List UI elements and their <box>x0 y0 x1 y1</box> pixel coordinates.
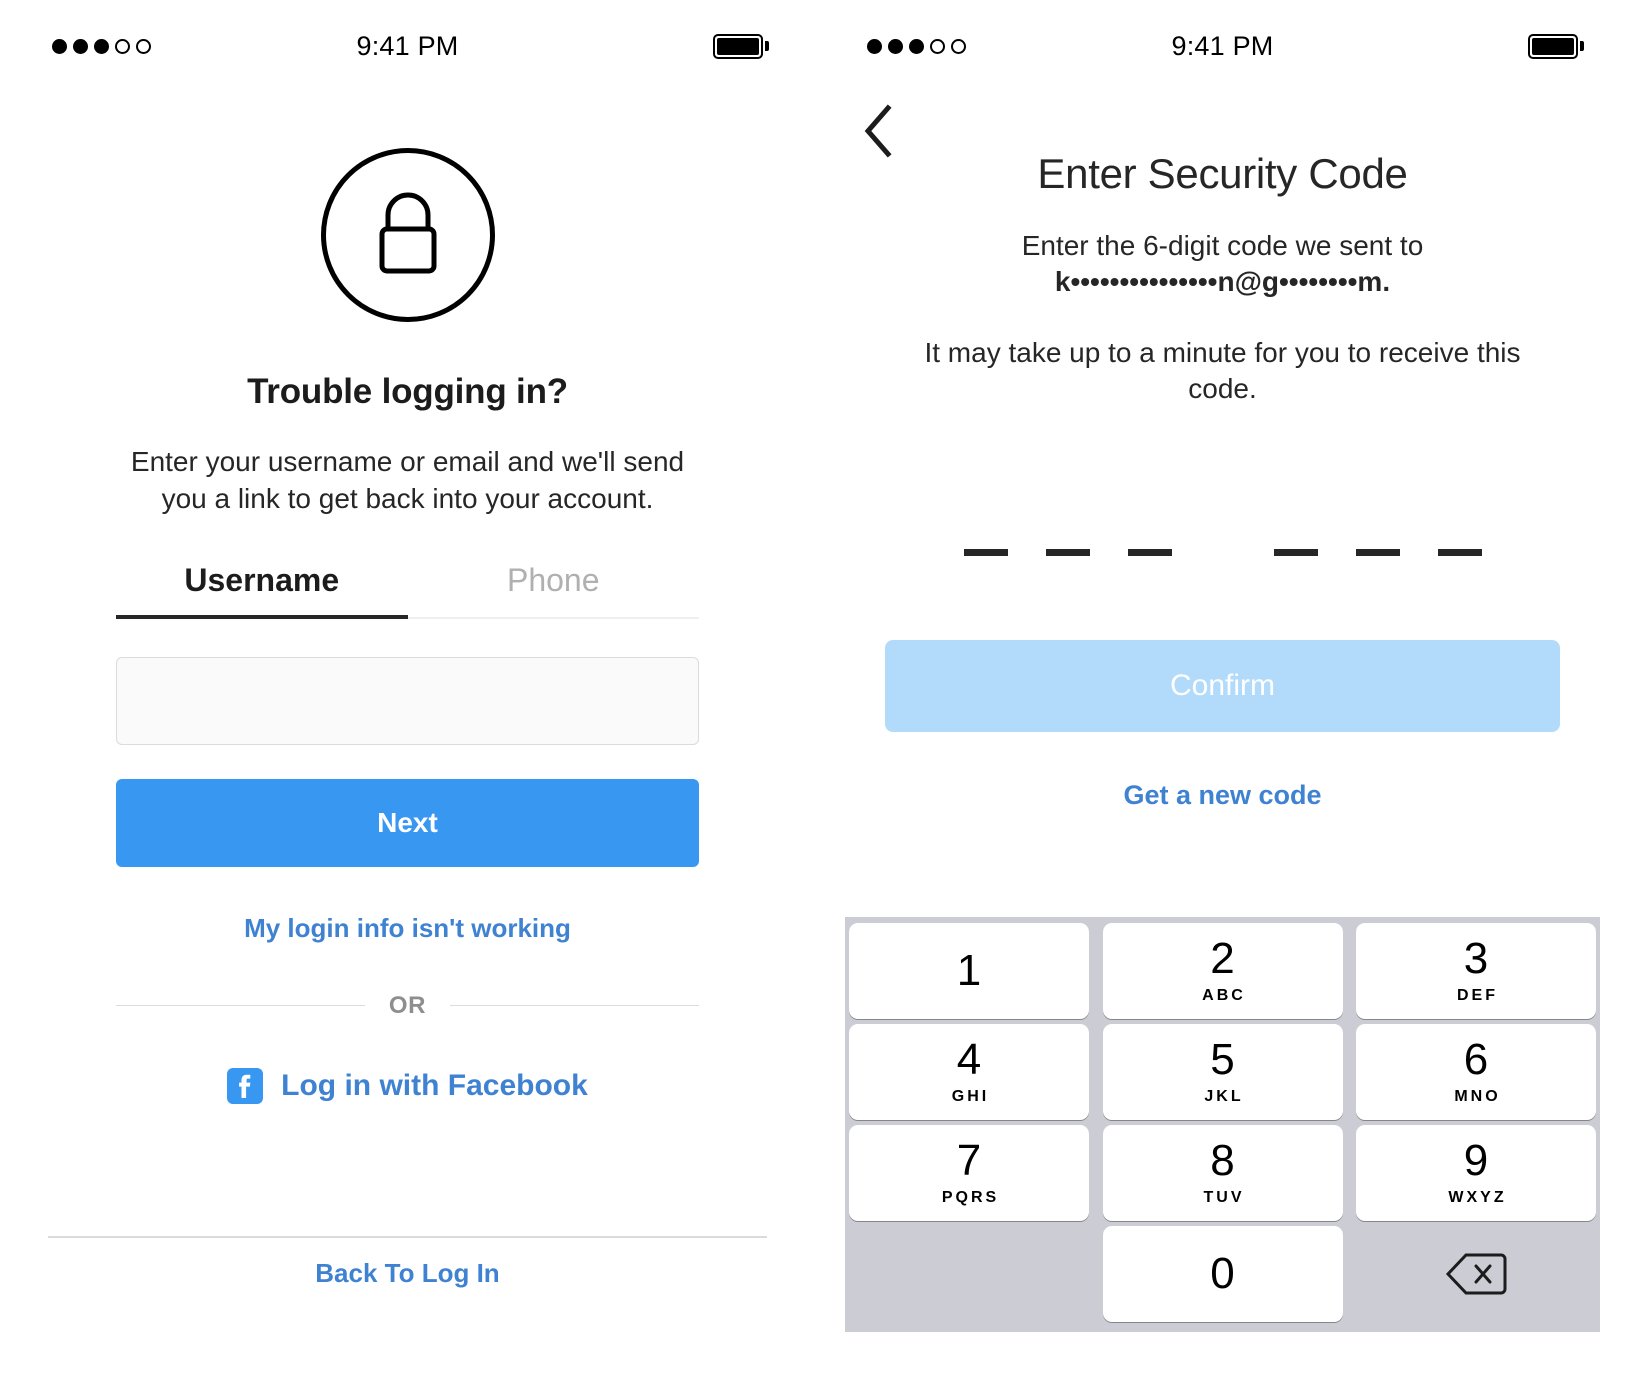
lock-icon <box>320 148 495 322</box>
key-letters: TUV <box>1203 1189 1245 1206</box>
keypad-key-5[interactable]: 5 JKL <box>1102 1024 1343 1120</box>
keypad-row-4: 0 <box>849 1226 1596 1322</box>
key-letters: ABC <box>1202 987 1246 1004</box>
lock-icon-wrapper <box>320 148 495 322</box>
keypad-key-1[interactable]: 1 <box>849 923 1089 1019</box>
or-divider-line-right <box>450 1005 700 1007</box>
page-title: Trouble logging in? <box>247 372 568 411</box>
code-digit-6[interactable] <box>1437 498 1483 556</box>
key-letters: PQRS <box>941 1189 1000 1206</box>
key-letters: JKL <box>1204 1088 1244 1105</box>
keypad-key-0[interactable]: 0 <box>1102 1226 1343 1322</box>
security-code-title: Enter Security Code <box>1037 150 1408 197</box>
or-divider: OR <box>116 991 700 1020</box>
security-code-input[interactable] <box>963 498 1483 556</box>
keypad-key-7[interactable]: 7 PQRS <box>849 1125 1089 1221</box>
keypad-blank-key <box>849 1226 1089 1322</box>
keypad-key-9[interactable]: 9 WXYZ <box>1356 1125 1596 1221</box>
username-or-email-input[interactable] <box>116 656 699 745</box>
key-letters: WXYZ <box>1448 1189 1507 1206</box>
bottom-divider <box>48 1236 767 1238</box>
backspace-icon <box>1445 1253 1507 1295</box>
recovery-method-tabs: Username Phone <box>116 562 699 619</box>
status-bar-time: 9:41 PM <box>356 30 459 61</box>
get-new-code-link[interactable]: Get a new code <box>1123 780 1321 811</box>
login-info-not-working-link[interactable]: My login info isn't working <box>244 913 571 944</box>
status-bar-left: 9:41 PM <box>0 0 815 92</box>
keypad-row-2: 4 GHI 5 JKL 6 MNO <box>849 1024 1596 1120</box>
or-divider-label: OR <box>388 991 427 1019</box>
keypad-row-1: 1 2 ABC 3 DEF <box>849 923 1596 1019</box>
key-letters: DEF <box>1457 987 1498 1004</box>
code-digit-1[interactable] <box>963 498 1009 556</box>
dual-screen-container: 9:41 PM Trouble logging in? Enter your u… <box>0 0 1630 1391</box>
key-number: 4 <box>956 1035 982 1084</box>
key-number: 1 <box>956 946 982 995</box>
tab-username[interactable]: Username <box>116 562 408 619</box>
sent-to-line1: Enter the 6-digit code we sent to <box>1021 230 1424 261</box>
login-with-facebook-button[interactable]: Log in with Facebook <box>227 1067 588 1104</box>
code-digit-2[interactable] <box>1045 498 1091 556</box>
key-number: 0 <box>1210 1249 1235 1298</box>
key-number: 6 <box>1463 1035 1489 1084</box>
page-subtitle: Enter your username or email and we'll s… <box>130 446 685 514</box>
keypad-key-2[interactable]: 2 ABC <box>1102 923 1343 1019</box>
confirm-button[interactable]: Confirm <box>885 639 1560 732</box>
key-number: 2 <box>1210 934 1235 983</box>
key-number: 3 <box>1463 934 1489 983</box>
facebook-login-label: Log in with Facebook <box>281 1068 588 1102</box>
key-letters: MNO <box>1454 1088 1501 1105</box>
keypad-key-8[interactable]: 8 TUV <box>1102 1125 1343 1221</box>
sent-to-description: Enter the 6-digit code we sent to k•••••… <box>1022 228 1424 301</box>
trouble-content: Trouble logging in? Enter your username … <box>0 92 815 1104</box>
facebook-icon <box>227 1067 264 1104</box>
masked-email: k•••••••••••••••n@g••••••••m. <box>1054 266 1391 298</box>
key-number: 8 <box>1210 1136 1235 1185</box>
code-digit-3[interactable] <box>1127 498 1173 556</box>
status-bar-right: 9:41 PM <box>815 0 1630 92</box>
keypad-key-4[interactable]: 4 GHI <box>849 1024 1089 1120</box>
delivery-notice: It may take up to a minute for you to re… <box>924 336 1521 405</box>
keypad-delete-key[interactable] <box>1356 1226 1596 1322</box>
tab-phone[interactable]: Phone <box>408 562 700 617</box>
key-number: 7 <box>956 1136 982 1185</box>
trouble-logging-in-screen: 9:41 PM Trouble logging in? Enter your u… <box>0 0 815 1391</box>
numeric-keypad: 1 2 ABC 3 DEF 4 GHI 5 JKL 6 MNO 7 PQRS 8… <box>845 917 1600 1332</box>
key-number: 9 <box>1463 1136 1489 1185</box>
key-number: 5 <box>1210 1035 1235 1084</box>
enter-security-code-screen: 9:41 PM Enter Security Code Enter the 6-… <box>815 0 1630 1391</box>
code-digit-5[interactable] <box>1355 498 1401 556</box>
code-digit-4[interactable] <box>1273 498 1319 556</box>
key-letters: GHI <box>951 1088 990 1105</box>
next-button[interactable]: Next <box>116 778 699 867</box>
or-divider-line-left <box>116 1005 365 1007</box>
keypad-key-3[interactable]: 3 DEF <box>1356 923 1596 1019</box>
keypad-key-6[interactable]: 6 MNO <box>1356 1024 1596 1120</box>
status-bar-time-right: 9:41 PM <box>1171 30 1274 61</box>
security-code-content: Enter Security Code Enter the 6-digit co… <box>815 150 1630 811</box>
back-to-login-link[interactable]: Back To Log In <box>315 1258 499 1288</box>
back-to-login-container: Back To Log In <box>0 1258 815 1289</box>
keypad-row-3: 7 PQRS 8 TUV 9 WXYZ <box>849 1125 1596 1221</box>
